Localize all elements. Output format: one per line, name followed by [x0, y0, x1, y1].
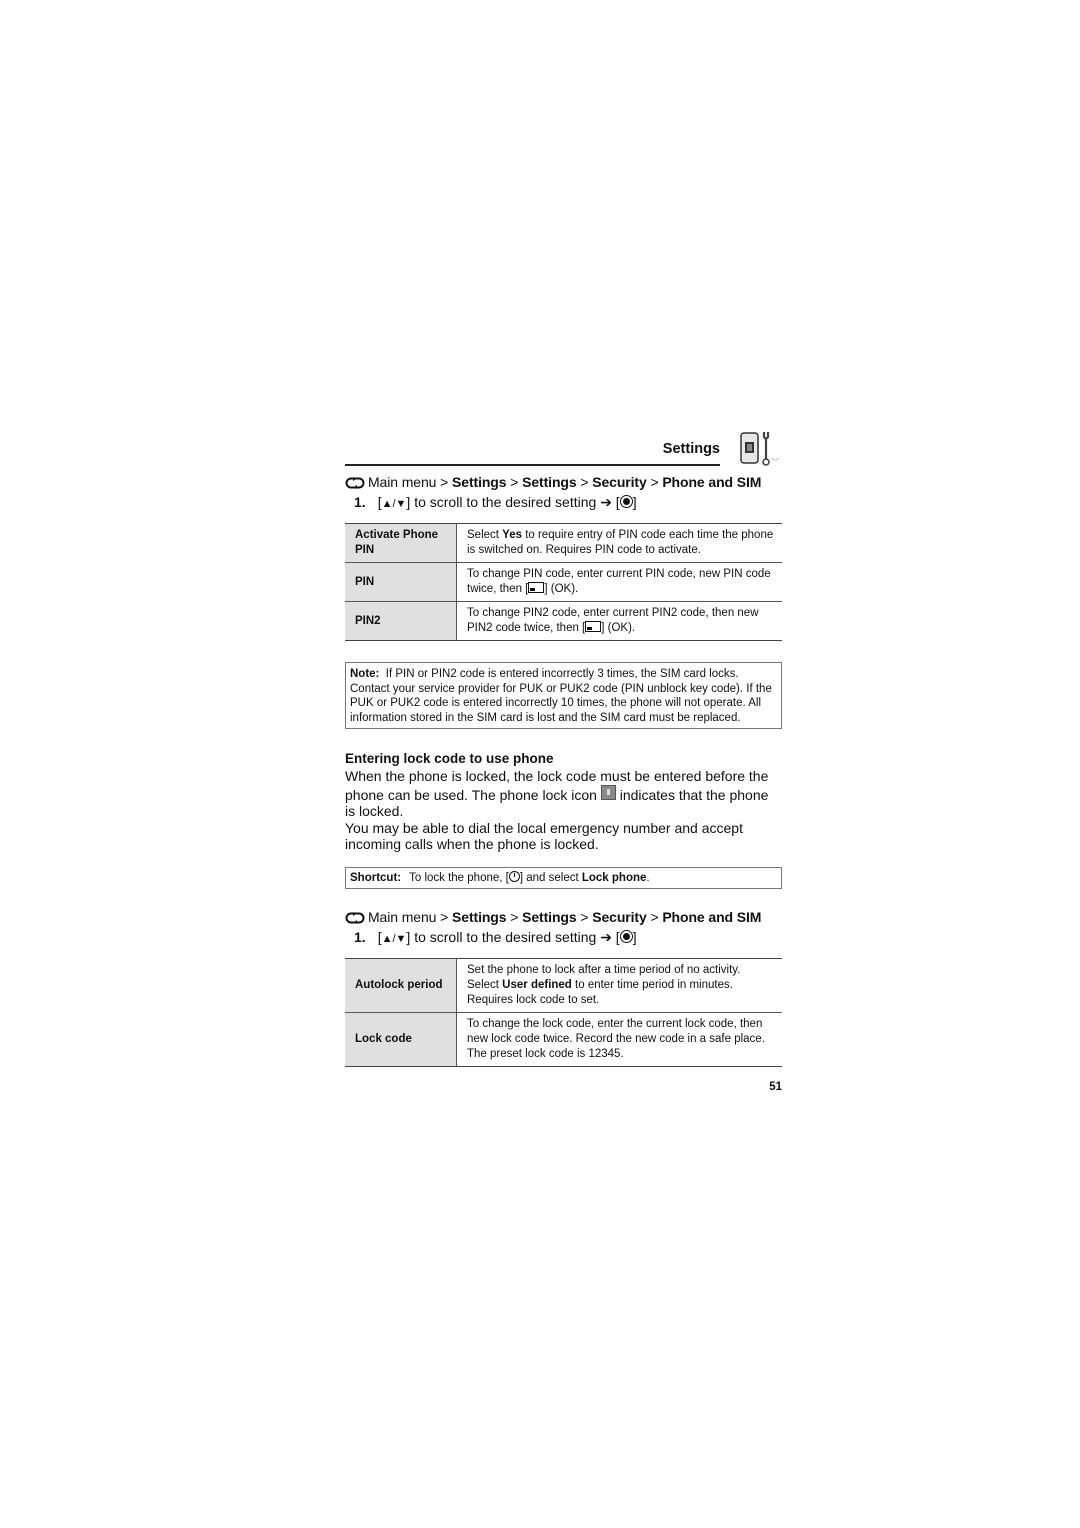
softkey-icon [585, 621, 602, 632]
phone-wrench-icon [740, 432, 780, 466]
table-row: Activate Phone PIN Select Yes to require… [345, 523, 782, 563]
setting-description: To change the lock code, enter the curre… [456, 1011, 782, 1067]
path-item: Phone and SIM [662, 474, 762, 490]
shortcut-box: Shortcut: To lock the phone, [] and selec… [345, 866, 782, 889]
table-row: PIN2 To change PIN2 code, enter current … [345, 601, 782, 641]
section-heading: Entering lock code to use phone [345, 751, 554, 767]
softkey-icon [528, 582, 545, 593]
center-select-icon [619, 929, 633, 943]
path-item: Settings [452, 474, 507, 490]
setting-name: PIN2 [345, 601, 457, 641]
lock-paragraph-1: When the phone is locked, the lock code … [345, 768, 769, 820]
path-item: Security [592, 908, 647, 925]
setting-name: Lock code [345, 1011, 457, 1067]
phone-lock-icon [600, 784, 616, 800]
setting-name: PIN [345, 562, 457, 602]
path-item: Settings [522, 908, 577, 925]
path-item: Phone and SIM [662, 908, 762, 925]
note-text: If PIN or PIN2 code is entered incorrect… [350, 668, 772, 724]
path-item: Security [592, 474, 647, 490]
note-label: Note: [350, 668, 380, 680]
step-instruction-1: 1. [▲/▼] to scroll to the desired setting… [354, 494, 637, 510]
arrow-right-icon: ➔ [600, 494, 612, 510]
note-box: Note: If PIN or PIN2 code is entered inc… [345, 662, 782, 730]
center-select-icon [619, 495, 633, 508]
setting-description: Set the phone to lock after a time perio… [456, 957, 782, 1013]
lock-paragraph-2: You may be able to dial the local emerge… [345, 819, 743, 853]
up-down-keys-icon: ▲/▼ [381, 498, 407, 510]
section-title: Settings [662, 441, 720, 457]
shortcut-label: Shortcut: [350, 871, 402, 884]
table-row: PIN To change PIN code, enter current PI… [345, 562, 782, 602]
lock-settings-table: Autolock period Set the phone to lock af… [345, 957, 782, 1067]
setting-name: Autolock period [345, 957, 457, 1013]
page-header: Settings [345, 428, 782, 466]
arrow-right-icon: ➔ [600, 928, 612, 945]
nav-path-2: Main menu > Settings > Settings > Securi… [345, 908, 782, 926]
table-row: Autolock period Set the phone to lock af… [345, 957, 782, 1013]
up-down-keys-icon: ▲/▼ [381, 932, 407, 945]
manual-page: Settings Main menu > Settings > Settings… [345, 428, 782, 1093]
table-row: Lock code To change the lock code, enter… [345, 1011, 782, 1067]
nav-path-1: Main menu > Settings > Settings > Securi… [345, 473, 782, 491]
setting-description: To change PIN code, enter current PIN co… [456, 562, 782, 602]
page-number: 51 [769, 1080, 782, 1093]
path-item: Settings [522, 474, 577, 490]
menu-loop-icon [345, 911, 365, 924]
step-instruction-2: 1. [▲/▼] to scroll to the desired setting… [354, 928, 637, 945]
setting-name: Activate Phone PIN [345, 523, 457, 563]
menu-loop-icon [345, 477, 365, 489]
path-item: Settings [452, 908, 507, 925]
setting-description: To change PIN2 code, enter current PIN2 … [456, 601, 782, 641]
setting-description: Select Yes to require entry of PIN code … [456, 523, 782, 563]
pin-settings-table: Activate Phone PIN Select Yes to require… [345, 523, 782, 641]
header-divider [345, 464, 720, 466]
power-key-icon [508, 870, 520, 882]
